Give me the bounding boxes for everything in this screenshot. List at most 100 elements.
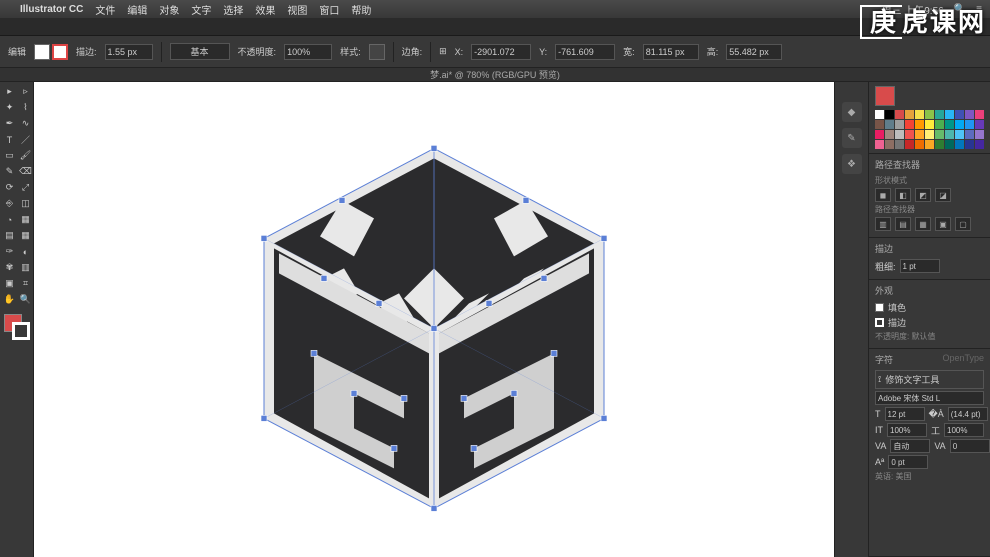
menu-type[interactable]: 文字 — [191, 2, 211, 17]
swatch[interactable] — [935, 110, 944, 119]
swatch[interactable] — [915, 120, 924, 129]
shape-builder-tool[interactable]: ◔ — [2, 212, 17, 227]
swatch[interactable] — [895, 130, 904, 139]
swatch[interactable] — [965, 130, 974, 139]
stroke-tab[interactable]: 描边 — [875, 242, 893, 255]
swatch[interactable] — [975, 120, 984, 129]
type-tool[interactable]: T — [2, 132, 17, 147]
menu-file[interactable]: 文件 — [95, 2, 115, 17]
appearance-fill-swatch[interactable] — [875, 303, 884, 312]
language-select[interactable]: 英语: 美国 — [875, 471, 911, 482]
menu-help[interactable]: 帮助 — [351, 2, 371, 17]
x-input[interactable] — [471, 44, 531, 60]
minus-front-icon[interactable]: ◧ — [895, 188, 911, 202]
character-tab[interactable]: 字符 — [875, 353, 893, 366]
pen-tool[interactable]: ✒ — [2, 116, 17, 131]
eraser-tool[interactable]: ⌫ — [18, 164, 33, 179]
gradient-tool[interactable]: ▦ — [18, 228, 33, 243]
dock-symbols-icon[interactable]: ❖ — [842, 154, 862, 174]
eyedropper-tool[interactable]: ✑ — [2, 244, 17, 259]
selection-tool[interactable]: ▸ — [2, 84, 17, 99]
swatch[interactable] — [885, 130, 894, 139]
pathfinder-tab[interactable]: 路径查找器 — [875, 158, 920, 171]
baseline-input[interactable] — [888, 455, 928, 469]
menu-view[interactable]: 视图 — [287, 2, 307, 17]
dock-color-icon[interactable]: ◆ — [842, 102, 862, 122]
spotlight-icon[interactable]: 🔍 — [954, 4, 966, 15]
leading-input[interactable] — [948, 407, 988, 421]
intersect-icon[interactable]: ◩ — [915, 188, 931, 202]
fill-swatch[interactable] — [34, 44, 50, 60]
outline-icon[interactable]: ▢ — [955, 217, 971, 231]
swatch[interactable] — [975, 130, 984, 139]
swatch[interactable] — [955, 130, 964, 139]
canvas[interactable] — [34, 82, 834, 557]
transform-anchor-icon[interactable]: ⊞ — [439, 46, 447, 57]
opacity-input[interactable] — [284, 44, 332, 60]
swatch[interactable] — [905, 110, 914, 119]
swatch[interactable] — [875, 120, 884, 129]
swatch[interactable] — [965, 110, 974, 119]
swatch[interactable] — [885, 140, 894, 149]
perspective-tool[interactable]: ▦ — [18, 212, 33, 227]
swatch[interactable] — [945, 130, 954, 139]
y-input[interactable] — [555, 44, 615, 60]
kerning-input[interactable] — [890, 439, 930, 453]
swatch[interactable] — [905, 130, 914, 139]
artwork-hexagon-logo[interactable] — [224, 118, 644, 538]
swatch[interactable] — [975, 140, 984, 149]
menu-window[interactable]: 窗口 — [319, 2, 339, 17]
document-tab[interactable]: 梦.ai* @ 780% (RGB/GPU 预览) — [0, 68, 990, 82]
swatch[interactable] — [895, 140, 904, 149]
stroke-weight-input[interactable] — [105, 44, 153, 60]
merge-icon[interactable]: ▦ — [915, 217, 931, 231]
menu-edit[interactable]: 编辑 — [127, 2, 147, 17]
free-transform-tool[interactable]: ◫ — [18, 196, 33, 211]
zoom-tool[interactable]: 🔍 — [18, 292, 33, 307]
swatch[interactable] — [915, 140, 924, 149]
font-family-select[interactable] — [875, 391, 984, 405]
unite-icon[interactable]: ◼ — [875, 188, 891, 202]
width-tool[interactable]: ⎆ — [2, 196, 17, 211]
menu-effect[interactable]: 效果 — [255, 2, 275, 17]
mesh-tool[interactable]: ▤ — [2, 228, 17, 243]
crop-icon[interactable]: ▣ — [935, 217, 951, 231]
swatch[interactable] — [925, 130, 934, 139]
paintbrush-tool[interactable]: 🖌 — [18, 148, 33, 163]
swatch[interactable] — [875, 110, 884, 119]
tracking-input[interactable] — [950, 439, 990, 453]
scale-tool[interactable]: ⤢ — [18, 180, 33, 195]
hand-tool[interactable]: ✋ — [2, 292, 17, 307]
slice-tool[interactable]: ⌗ — [18, 276, 33, 291]
h-input[interactable] — [726, 44, 782, 60]
swatch[interactable] — [945, 120, 954, 129]
swatch[interactable] — [925, 110, 934, 119]
font-size-input[interactable] — [885, 407, 925, 421]
rectangle-tool[interactable]: ▭ — [2, 148, 17, 163]
trim-icon[interactable]: ▤ — [895, 217, 911, 231]
swatch[interactable] — [935, 120, 944, 129]
swatch[interactable] — [915, 110, 924, 119]
swatch[interactable] — [905, 140, 914, 149]
touch-type-icon[interactable]: ⟟ — [878, 374, 881, 385]
swatch[interactable] — [945, 110, 954, 119]
swatch[interactable] — [915, 130, 924, 139]
app-name[interactable]: Illustrator CC — [20, 4, 83, 15]
vscale-input[interactable] — [887, 423, 927, 437]
swatch[interactable] — [885, 110, 894, 119]
pencil-tool[interactable]: ✎ — [2, 164, 17, 179]
appearance-tab[interactable]: 外观 — [875, 284, 893, 297]
menu-select[interactable]: 选择 — [223, 2, 243, 17]
column-graph-tool[interactable]: ▥ — [18, 260, 33, 275]
swatch[interactable] — [975, 110, 984, 119]
stroke-swatch[interactable] — [52, 44, 68, 60]
swatch[interactable] — [895, 120, 904, 129]
rotate-tool[interactable]: ⟳ — [2, 180, 17, 195]
appearance-stroke-swatch[interactable] — [875, 318, 884, 327]
w-input[interactable] — [643, 44, 699, 60]
hscale-input[interactable] — [944, 423, 984, 437]
swatch[interactable] — [925, 120, 934, 129]
lasso-tool[interactable]: ⌇ — [18, 100, 33, 115]
style-swatch[interactable] — [369, 44, 385, 60]
stroke-weight-field[interactable] — [900, 259, 940, 273]
